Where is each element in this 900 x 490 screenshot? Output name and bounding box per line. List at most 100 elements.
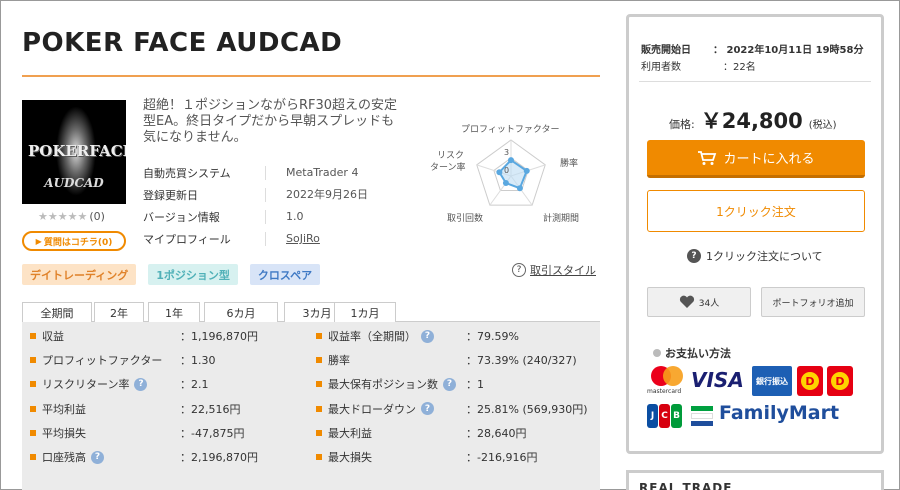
stat-value: ：1.30 bbox=[180, 354, 216, 368]
radar-label-win-rate: 勝率 bbox=[560, 159, 579, 169]
one-click-order-button[interactable]: 1クリック注文 bbox=[647, 190, 865, 232]
radar-point bbox=[523, 167, 530, 174]
stat-value: ：1,196,870円 bbox=[180, 330, 258, 343]
help-icon[interactable]: ? bbox=[443, 377, 456, 391]
daily-logo: D bbox=[827, 366, 853, 396]
payment-title-label: お支払い方法 bbox=[665, 347, 731, 360]
stat-label: 最大保有ポジション数? bbox=[316, 372, 456, 396]
familymart-icon bbox=[691, 406, 713, 427]
price: 価格: ￥24,800 (税込) bbox=[669, 105, 837, 135]
trading-style-link[interactable]: ? 取引スタイル bbox=[512, 262, 596, 278]
favorite-button[interactable]: 34人 bbox=[647, 287, 751, 317]
bank-transfer-logo: 銀行振込 bbox=[752, 366, 792, 396]
stats-row: 平均利益 ：22,516円 最大ドローダウン? ：25.81% (569,930円) bbox=[22, 397, 600, 421]
heart-icon bbox=[679, 295, 694, 308]
square-bullet-icon bbox=[30, 405, 36, 412]
stat-label-text: 平均利益 bbox=[42, 402, 86, 416]
square-bullet-icon bbox=[30, 429, 36, 436]
thumbnail-subtitle: AUDCAD bbox=[44, 176, 104, 190]
purchase-sidebar: 販売開始日 ： 2022年10月11日 19時58分 利用者数 ：22名 価格:… bbox=[626, 14, 884, 454]
stats-row: 平均損失 ：-47,875円 最大利益 ：28,640円 bbox=[22, 421, 600, 445]
tag-daytrading[interactable]: デイトレーディング bbox=[22, 264, 137, 285]
stat-label: 平均利益 bbox=[30, 397, 86, 421]
square-bullet-icon bbox=[30, 454, 36, 460]
radar-label-risk-return-2: ターン率 bbox=[430, 163, 466, 173]
help-icon[interactable]: ? bbox=[421, 402, 434, 416]
radar-scale-inner: 0 bbox=[504, 166, 510, 175]
add-to-cart-button[interactable]: カートに入れる bbox=[647, 140, 865, 178]
users-row: 利用者数 ：22名 bbox=[641, 58, 756, 73]
radar-label-period: 計測期間 bbox=[543, 214, 580, 224]
stats-row: 収益 ：1,196,870円 収益率（全期間）? ：79.59% bbox=[22, 324, 600, 348]
one-click-about-link[interactable]: ? 1クリック注文について bbox=[687, 248, 823, 264]
info-label: バージョン情報 bbox=[143, 211, 220, 224]
stat-label: プロフィットファクター bbox=[30, 348, 162, 372]
users-value: ：22名 bbox=[723, 62, 756, 73]
tag-cross-pair[interactable]: クロスペア bbox=[249, 264, 321, 285]
tab-6-months[interactable]: 6カ月 bbox=[204, 302, 278, 323]
tab-2-years[interactable]: 2年 bbox=[94, 302, 144, 323]
info-label: 登録更新日 bbox=[143, 189, 198, 202]
title-divider bbox=[22, 75, 600, 77]
stat-label-text: 最大利益 bbox=[328, 426, 372, 440]
tab-1-year[interactable]: 1年 bbox=[148, 302, 200, 323]
profile-link[interactable]: SoJiRo bbox=[265, 232, 320, 246]
radar-point bbox=[508, 157, 514, 164]
tab-1-month[interactable]: 1カ月 bbox=[334, 302, 396, 323]
info-label: 自動売買システム bbox=[143, 167, 231, 180]
stats-table: 収益 ：1,196,870円 収益率（全期間）? ：79.59% プロフィットファクター… bbox=[22, 322, 600, 490]
stat-value: ：22,516円 bbox=[180, 402, 241, 416]
stat-label: 平均損失 bbox=[30, 421, 86, 445]
chevron-right-icon: ▶ bbox=[35, 236, 42, 246]
radar-point bbox=[496, 169, 503, 176]
help-icon[interactable]: ? bbox=[134, 377, 148, 391]
info-row: 自動売買システム MetaTrader 4 bbox=[143, 162, 383, 184]
add-portfolio-button[interactable]: ポートフォリオ追加 bbox=[761, 287, 865, 317]
radar-scale-outer: 3 bbox=[504, 148, 510, 157]
tag-list: デイトレーディング 1ポジション型 クロスペア bbox=[22, 264, 321, 285]
help-icon[interactable]: ? bbox=[421, 329, 434, 343]
stats-row: 口座残高? ：2,196,870円 最大損失 ：-216,916円 bbox=[22, 445, 600, 469]
sidebar-divider bbox=[639, 81, 871, 82]
radar-point bbox=[516, 185, 523, 192]
radar-label-trades: 取引回数 bbox=[447, 214, 484, 224]
square-bullet-icon bbox=[30, 357, 36, 364]
radar-point bbox=[502, 179, 509, 186]
question-button-label: 質問はコチラ(0) bbox=[43, 237, 113, 248]
real-trade-title: REAL TRADE bbox=[639, 481, 733, 490]
radar-label-profit-factor: プロフィットファクター bbox=[461, 125, 560, 135]
stats-row: プロフィットファクター ：1.30 勝率 ：73.39% (240/327) bbox=[22, 348, 600, 372]
thumbnail-logo-right: FACE bbox=[89, 142, 126, 160]
period-tabs: 全期間 2年 1年 6カ月 3カ月 1カ月 bbox=[22, 302, 600, 323]
add-to-cart-label: カートに入れる bbox=[723, 152, 815, 167]
stat-label: 収益 bbox=[30, 324, 64, 348]
mastercard-text: mastercard bbox=[647, 388, 682, 395]
thumbnail-logo: POKER FACE bbox=[28, 142, 126, 160]
stat-label-text: 最大損失 bbox=[328, 451, 372, 464]
price-value: ￥24,800 bbox=[700, 109, 803, 133]
product-description: 超絶！１ポジションながらRF30超えの安定型EA。終日タイプだから早朝スプレッド… bbox=[143, 98, 398, 145]
jcb-logo: J C B bbox=[647, 404, 683, 428]
stat-label: 収益率（全期間）? bbox=[316, 324, 434, 348]
sale-start-value: ： 2022年10月11日 19時58分 bbox=[713, 45, 864, 56]
question-icon: ? bbox=[687, 249, 701, 263]
sale-start-label: 販売開始日 bbox=[641, 45, 691, 56]
stat-label-text: 口座残高 bbox=[42, 451, 86, 464]
question-icon: ? bbox=[512, 263, 526, 277]
question-button[interactable]: ▶ 質問はコチラ(0) bbox=[22, 231, 126, 251]
product-thumbnail[interactable]: POKER FACE AUDCAD bbox=[22, 100, 126, 204]
tab-all-period[interactable]: 全期間 bbox=[22, 302, 92, 323]
trading-style-label: 取引スタイル bbox=[530, 264, 596, 277]
stat-value: ：2.1 bbox=[180, 378, 209, 392]
price-tax: (税込) bbox=[808, 120, 837, 131]
square-bullet-icon bbox=[316, 429, 322, 436]
tag-one-position[interactable]: 1ポジション型 bbox=[148, 264, 238, 285]
square-bullet-icon bbox=[316, 454, 322, 460]
one-click-about-label: 1クリック注文について bbox=[706, 250, 823, 263]
info-value: 2022年9月26日 bbox=[265, 188, 368, 202]
help-icon[interactable]: ? bbox=[91, 450, 104, 464]
info-label: マイプロフィール bbox=[143, 233, 231, 246]
familymart-logo: FamilyMart bbox=[719, 402, 840, 424]
square-bullet-icon bbox=[316, 405, 322, 412]
rating-count: (0) bbox=[89, 210, 105, 223]
